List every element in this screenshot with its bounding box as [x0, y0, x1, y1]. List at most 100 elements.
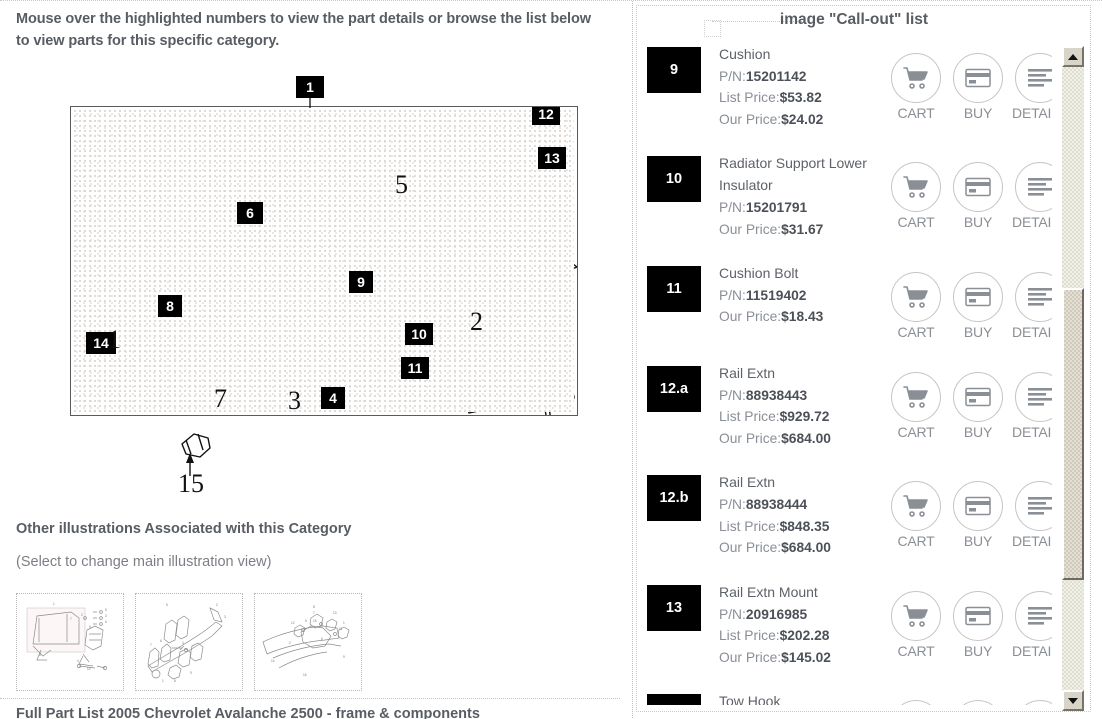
part-actions: CART BUY DETAILS — [887, 152, 1052, 230]
scrollbar-thumb[interactable] — [1062, 288, 1084, 580]
svg-text:2: 2 — [216, 603, 218, 607]
part-name[interactable]: Rail Extn — [719, 363, 879, 385]
svg-text:11: 11 — [339, 627, 343, 631]
part-number: P/N:15201791 — [719, 200, 808, 216]
svg-text:9: 9 — [89, 625, 91, 629]
add-to-cart-button[interactable]: CART — [887, 162, 945, 230]
add-to-cart-button[interactable]: CART — [887, 590, 945, 659]
part-name[interactable]: Tow Hook — [719, 691, 879, 705]
diagram-callout-13[interactable]: 13 — [538, 147, 566, 169]
illustration-background-texture — [74, 110, 574, 412]
list-lines-icon — [1015, 700, 1052, 705]
add-to-cart-button[interactable]: CART — [887, 272, 945, 340]
details-button[interactable]: DETAILS — [1011, 162, 1052, 230]
scroll-down-button[interactable] — [1062, 690, 1084, 711]
details-button[interactable]: DETAILS — [1011, 481, 1052, 549]
part-list-item[interactable]: 14.a Tow Hook P/N:15020940 List Price:$1… — [634, 690, 1052, 705]
part-actions: CART BUY DETAILS — [887, 690, 1052, 705]
part-number: P/N:15201142 — [719, 68, 807, 84]
svg-text:14: 14 — [271, 659, 275, 663]
details-button[interactable]: DETAILS — [1011, 700, 1052, 705]
part-list-item[interactable]: 12.b Rail Extn P/N:88938444 List Price:$… — [634, 471, 1052, 558]
add-to-cart-button[interactable]: CART — [887, 481, 945, 549]
part-callout-badge[interactable]: 9 — [647, 47, 701, 93]
credit-card-icon — [953, 162, 1003, 213]
diagram-callout-1[interactable]: 1 — [296, 76, 324, 98]
diagram-callout-6[interactable]: 6 — [237, 202, 263, 224]
details-button[interactable]: DETAILS — [1011, 590, 1052, 659]
thumbnail-illustration-2[interactable]: 5 2 3 7 6 4 1 8 9 — [135, 593, 243, 691]
diagram-number-1-lower: 1 — [108, 325, 121, 354]
part-list-item[interactable]: 12.a Rail Extn P/N:88938443 List Price:$… — [634, 362, 1052, 449]
svg-text:15: 15 — [313, 619, 317, 623]
illustration-panel: Mouse over the highlighted numbers to vi… — [0, 1, 633, 719]
shopping-cart-icon — [891, 481, 941, 532]
add-to-cart-button[interactable]: CART — [887, 372, 945, 440]
thumbnail-illustration-1[interactable]: 1 7 2 5 3 6 9 8 4 10 — [16, 593, 124, 691]
details-button[interactable]: DETAILS — [1011, 372, 1052, 440]
details-button[interactable]: DETAILS — [1011, 53, 1052, 121]
add-to-cart-button[interactable]: CART — [887, 53, 945, 121]
part-callout-badge[interactable]: 10 — [647, 156, 701, 203]
bottom-divider — [0, 698, 620, 699]
other-illustrations-subtext: (Select to change main illustration view… — [16, 554, 272, 570]
part-name[interactable]: Cushion Bolt — [719, 263, 879, 285]
svg-text:6: 6 — [321, 637, 323, 641]
details-button[interactable]: DETAILS — [1011, 272, 1052, 340]
part-name[interactable]: Rail Extn — [719, 472, 879, 494]
part-info: Cushion P/N:15201142 List Price:$53.82 Ou… — [719, 43, 879, 130]
part-callout-badge[interactable]: 13 — [647, 584, 701, 631]
svg-text:2: 2 — [289, 641, 291, 645]
credit-card-icon — [953, 700, 1003, 705]
buy-now-button[interactable]: BUY — [949, 53, 1007, 121]
part-list-item[interactable]: 10 Radiator Support Lower Insulator P/N:… — [634, 152, 1052, 240]
list-lines-icon — [1015, 162, 1052, 213]
main-illustration[interactable]: 12 13 6 9 8 10 14 11 4 5 1 2 7 3 — [70, 106, 578, 416]
buy-now-button[interactable]: BUY — [949, 372, 1007, 440]
svg-text:4: 4 — [182, 641, 184, 645]
add-to-cart-button[interactable]: CART — [887, 700, 945, 705]
cart-label: CART — [897, 105, 935, 121]
part-name[interactable]: Radiator Support Lower Insulator — [719, 153, 879, 197]
diagram-number-5: 5 — [395, 170, 408, 199]
arrow-up-icon — [1068, 53, 1078, 60]
diagram-callout-12[interactable]: 12 — [532, 107, 560, 125]
scroll-up-button[interactable] — [1062, 46, 1084, 67]
part-list-item[interactable]: 9 Cushion P/N:15201142 List Price:$53.82… — [634, 43, 1052, 130]
part-info: Rail Extn P/N:88938443 List Price:$929.7… — [719, 362, 879, 449]
buy-now-button[interactable]: BUY — [949, 272, 1007, 340]
part-list-item[interactable]: 11 Cushion Bolt P/N:11519402 Our Price:$… — [634, 262, 1052, 340]
callout-list-panel: image "Call-out" list 9 Cushion P/N:1520… — [634, 1, 1102, 719]
svg-text:16: 16 — [303, 673, 307, 677]
svg-text:7: 7 — [313, 611, 315, 615]
part-callout-badge[interactable]: 12.b — [647, 475, 701, 522]
part-callout-badge[interactable]: 12.a — [647, 366, 701, 413]
diagram-callout-11[interactable]: 11 — [401, 357, 429, 379]
diagram-callout-1-leader — [309, 97, 311, 108]
cart-label: CART — [897, 642, 935, 659]
cart-label: CART — [897, 324, 935, 341]
part-callout-badge[interactable]: 14.a — [647, 694, 701, 705]
buy-label: BUY — [963, 105, 993, 121]
credit-card-icon — [953, 590, 1003, 641]
part-name[interactable]: Rail Extn Mount — [719, 582, 879, 604]
diagram-callout-10[interactable]: 10 — [405, 323, 433, 345]
shopping-cart-icon — [891, 590, 941, 641]
cart-label: CART — [897, 424, 935, 441]
thumbnail-illustration-3[interactable]: 8 7 13 12 5 15 1 11 6 2 14 9 16 — [254, 593, 362, 691]
buy-now-button[interactable]: BUY — [949, 162, 1007, 230]
part-list-scrollbar[interactable] — [1062, 46, 1084, 711]
part-callout-badge[interactable]: 11 — [647, 266, 701, 313]
part-name[interactable]: Cushion — [719, 44, 879, 66]
diagram-callout-4[interactable]: 4 — [321, 387, 345, 409]
details-label: DETAILS — [1012, 533, 1052, 550]
buy-now-button[interactable]: BUY — [949, 481, 1007, 549]
svg-text:1: 1 — [343, 621, 345, 625]
cart-label: CART — [897, 533, 935, 550]
part-list-item[interactable]: 13 Rail Extn Mount P/N:20916985 List Pri… — [634, 581, 1052, 668]
diagram-callout-8[interactable]: 8 — [158, 295, 182, 317]
buy-now-button[interactable]: BUY — [949, 590, 1007, 659]
buy-now-button[interactable]: BUY — [949, 700, 1007, 705]
part-info: Tow Hook P/N:15020940 List Price:$118.05… — [719, 690, 879, 705]
diagram-callout-9[interactable]: 9 — [349, 271, 373, 293]
